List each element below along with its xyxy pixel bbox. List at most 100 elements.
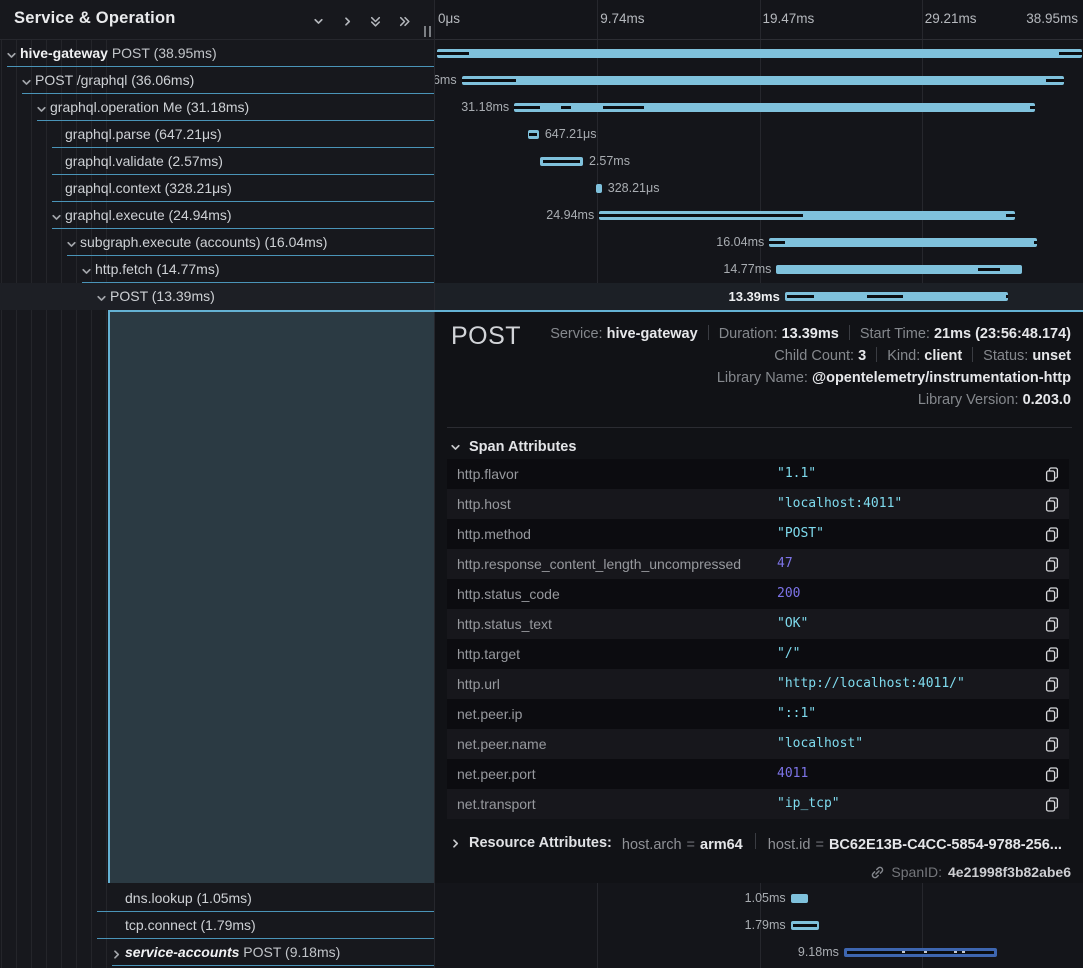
copy-icon[interactable]	[1045, 767, 1059, 782]
resource-key: host.arch	[622, 837, 682, 853]
attribute-row: http.url"http://localhost:4011/"	[447, 669, 1069, 699]
span-row-graphql-validate[interactable]: graphql.validate (2.57ms)	[0, 148, 434, 175]
copy-icon[interactable]	[1045, 587, 1059, 602]
attribute-row: net.peer.name "localhost"	[447, 729, 1069, 759]
overview-label: Duration:	[719, 326, 782, 342]
span-row-post[interactable]: service-accounts POST (9.18ms)	[0, 939, 434, 966]
span-row-label: POST (13.39ms)	[110, 283, 432, 310]
span-row-http-fetch[interactable]: http.fetch (14.77ms)	[0, 256, 434, 283]
copy-icon[interactable]	[1045, 707, 1059, 722]
link-icon[interactable]	[870, 865, 885, 880]
span-tree-panel: hive-gateway POST (38.95ms)POST /graphql…	[0, 0, 434, 968]
attribute-key: http.status_code	[457, 579, 560, 609]
span-row-dns-lookup[interactable]: dns.lookup (1.05ms)	[0, 885, 434, 912]
overview-value: unset	[1032, 348, 1071, 364]
copy-icon[interactable]	[1045, 557, 1059, 572]
span-row-label: graphql.operation Me (31.18ms)	[50, 94, 432, 121]
span-event-dot	[962, 951, 965, 953]
span-row-post-graphql[interactable]: POST /graphql (36.06ms)	[0, 67, 434, 94]
timeline-row: 647.21μs	[435, 121, 1083, 148]
resource-attributes-title: Resource Attributes:	[469, 835, 612, 851]
span-row-subgraph-execute-accounts-[interactable]: subgraph.execute (accounts) (16.04ms)	[0, 229, 434, 256]
timeline-ruler[interactable]: 0μs9.74ms19.47ms29.21ms38.95ms	[435, 0, 1083, 40]
attribute-value: "::1"	[777, 699, 816, 729]
chevron-down-icon[interactable]	[96, 291, 108, 303]
ruler-tick-label: 19.47ms	[763, 11, 815, 26]
span-row-graphql-context[interactable]: graphql.context (328.21μs)	[0, 175, 434, 202]
expand-all-icon[interactable]	[394, 12, 414, 30]
span-duration-bar[interactable]	[514, 103, 1035, 112]
attribute-value: 4011	[777, 759, 808, 789]
span-duration-bar[interactable]	[791, 921, 820, 930]
attribute-value: "localhost"	[777, 729, 863, 759]
span-duration-bar[interactable]	[844, 948, 997, 957]
chevron-down-icon[interactable]	[66, 237, 78, 249]
span-duration-bar[interactable]	[540, 157, 583, 166]
span-row-tcp-connect[interactable]: tcp.connect (1.79ms)	[0, 912, 434, 939]
span-row-post[interactable]: POST (13.39ms)	[0, 283, 434, 310]
span-event-dot	[954, 951, 957, 953]
detail-overview-line: Library Version: 0.203.0	[550, 389, 1071, 411]
span-row-graphql-operation-me[interactable]: graphql.operation Me (31.18ms)	[0, 94, 434, 121]
child-span-mark	[1030, 106, 1035, 109]
attribute-key: net.transport	[457, 789, 536, 819]
copy-icon[interactable]	[1045, 617, 1059, 632]
span-row-label: graphql.validate (2.57ms)	[65, 148, 432, 175]
copy-icon[interactable]	[1045, 797, 1059, 812]
span-duration-bar[interactable]	[776, 265, 1022, 274]
chevron-down-icon[interactable]	[81, 264, 93, 276]
span-id-value: 4e21998f3b82abe6	[948, 864, 1071, 880]
overview-separator	[972, 347, 973, 362]
span-duration-bar[interactable]	[785, 292, 1008, 301]
span-duration-label: 36.06ms	[434, 67, 457, 94]
attribute-row: net.peer.ip"::1"	[447, 699, 1069, 729]
copy-icon[interactable]	[1045, 497, 1059, 512]
column-resizer-handle[interactable]	[421, 26, 433, 38]
overview-label: Kind:	[887, 348, 924, 364]
timeline-row: 16.04ms	[435, 229, 1083, 256]
chevron-right-icon[interactable]	[111, 947, 123, 959]
copy-icon[interactable]	[1045, 647, 1059, 662]
span-row-post[interactable]: hive-gateway POST (38.95ms)	[0, 40, 434, 67]
span-row-graphql-execute[interactable]: graphql.execute (24.94ms)	[0, 202, 434, 229]
span-attributes-table: http.flavor"1.1"http.host"localhost:4011…	[447, 459, 1069, 819]
child-span-mark	[1006, 295, 1008, 298]
ruler-tick-label: 38.95ms	[1026, 11, 1078, 26]
copy-icon[interactable]	[1045, 677, 1059, 692]
attribute-row: net.transport"ip_tcp"	[447, 789, 1069, 819]
span-attributes-toggle[interactable]: Span Attributes	[450, 437, 576, 457]
resource-attributes-toggle[interactable]: Resource Attributes: host.arch=arm64host…	[450, 832, 1062, 854]
span-duration-bar[interactable]	[528, 130, 539, 139]
copy-icon[interactable]	[1045, 467, 1059, 482]
attribute-value: "localhost:4011"	[777, 489, 902, 519]
overview-label: Service:	[550, 326, 606, 342]
collapse-all-icon[interactable]	[365, 12, 385, 30]
span-duration-bar[interactable]	[596, 184, 602, 193]
span-row-label: dns.lookup (1.05ms)	[125, 885, 432, 912]
attribute-value: 47	[777, 549, 793, 579]
collapse-one-icon[interactable]	[308, 12, 328, 30]
chevron-down-icon[interactable]	[21, 75, 33, 87]
span-duration-label: 1.79ms	[745, 912, 786, 939]
span-duration-label: 1.05ms	[745, 885, 786, 912]
ruler-tick-label: 0μs	[438, 11, 460, 26]
span-row-graphql-parse[interactable]: graphql.parse (647.21μs)	[0, 121, 434, 148]
span-duration-bar[interactable]	[599, 211, 1014, 220]
chevron-down-icon[interactable]	[36, 102, 48, 114]
overview-label: Status:	[983, 348, 1032, 364]
tree-header: Service & Operation	[0, 0, 434, 40]
attribute-key: net.peer.name	[457, 729, 547, 759]
span-duration-bar[interactable]	[462, 76, 1064, 85]
span-duration-bar[interactable]	[791, 894, 808, 903]
span-duration-bar[interactable]	[769, 238, 1036, 247]
attribute-key: http.response_content_length_uncompresse…	[457, 549, 741, 579]
copy-icon[interactable]	[1045, 737, 1059, 752]
chevron-down-icon[interactable]	[51, 210, 63, 222]
detail-overview: Service: hive-gatewayDuration: 13.39msSt…	[550, 323, 1071, 411]
span-duration-bar[interactable]	[437, 49, 1082, 58]
expand-one-icon[interactable]	[337, 12, 357, 30]
chevron-down-icon[interactable]	[6, 48, 18, 60]
timeline-row: 13.39ms	[435, 283, 1083, 310]
span-duration-label: 328.21μs	[608, 175, 660, 202]
copy-icon[interactable]	[1045, 527, 1059, 542]
